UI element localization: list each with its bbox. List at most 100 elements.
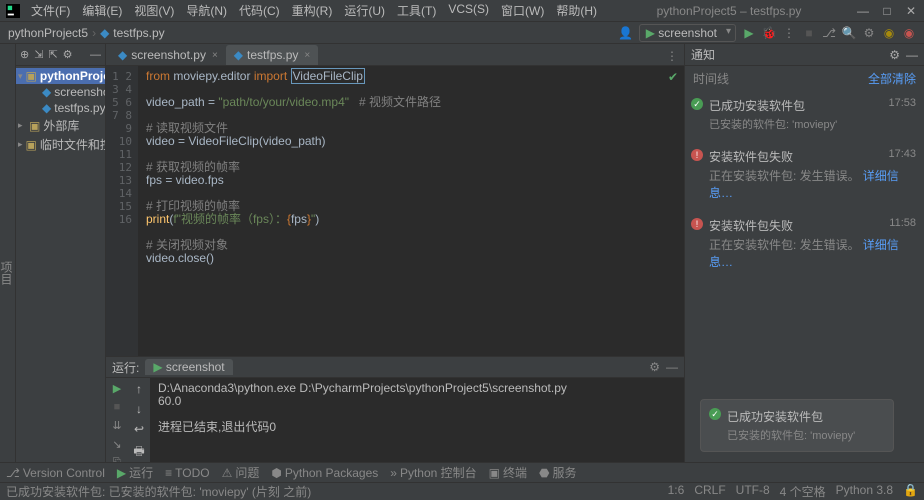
chevron-right-icon: ›	[92, 26, 96, 40]
navbar: pythonProject5 › ◆ testfps.py 👤 ▶ screen…	[0, 22, 924, 44]
gutter: 1 2 3 4 5 6 7 8 9 10 11 12 13 14 15 16	[106, 66, 138, 356]
debug-icon[interactable]: 🐞	[762, 26, 776, 40]
tree-file-screenshot[interactable]: ◆screenshot.py	[16, 84, 105, 100]
main-menu[interactable]: 文件(F) 编辑(E) 视图(V) 导航(N) 代码(C) 重构(R) 运行(U…	[26, 0, 602, 21]
rerun-icon[interactable]: ▶	[113, 382, 121, 395]
expand-icon[interactable]: ⇲	[34, 48, 43, 61]
encoding[interactable]: UTF-8	[736, 483, 770, 500]
notif-gear-icon[interactable]: ⚙	[889, 48, 900, 62]
app-logo-icon	[6, 4, 20, 18]
tool-run[interactable]: ▶ 运行	[117, 464, 153, 481]
target-icon[interactable]: ⊕	[20, 48, 29, 61]
menu-help[interactable]: 帮助(H)	[551, 0, 602, 21]
tool-vcs[interactable]: ⎇ Version Control	[6, 466, 105, 480]
console-output[interactable]: D:\Anaconda3\python.exe D:\PycharmProjec…	[150, 378, 684, 462]
exit-icon[interactable]: ↘	[112, 438, 121, 451]
tool-python-packages[interactable]: ⬢ Python Packages	[271, 466, 378, 480]
tool-terminal[interactable]: ▣ 终端	[489, 464, 527, 481]
project-tool-window: ⊕ ⇲ ⇱ ⚙ ― ▾▣pythonProject5 ◆screenshot.p…	[16, 44, 106, 462]
success-badge-icon: ✓	[691, 98, 703, 110]
tree-root[interactable]: ▾▣pythonProject5	[16, 68, 105, 84]
lock-icon[interactable]: 🔒	[903, 483, 918, 500]
run-tool-header: 运行: ▶ screenshot ⚙―	[106, 356, 684, 378]
left-stripe[interactable]: 项目	[0, 44, 16, 462]
menu-file[interactable]: 文件(F)	[26, 0, 75, 21]
close-tab-icon[interactable]: ×	[304, 50, 310, 61]
close-tab-icon[interactable]: ×	[212, 50, 218, 61]
close-icon[interactable]: ✕	[904, 4, 918, 18]
error-badge-icon: !	[691, 218, 703, 230]
minimize-icon[interactable]: ―	[856, 4, 870, 18]
layout-icon[interactable]: ⇊	[112, 419, 121, 432]
run-gear-icon[interactable]: ⚙	[649, 360, 660, 374]
window-title: pythonProject5 – testfps.py	[602, 4, 856, 18]
gear-icon[interactable]: ⚙	[63, 48, 73, 61]
tab-testfps[interactable]: ◆testfps.py×	[226, 45, 318, 65]
tool-python-console[interactable]: » Python 控制台	[390, 464, 476, 481]
menu-code[interactable]: 代码(C)	[234, 0, 285, 21]
caret-position[interactable]: 1:6	[668, 483, 685, 500]
breadcrumb[interactable]: pythonProject5 › ◆ testfps.py	[8, 26, 619, 40]
python-file-icon: ◆	[100, 26, 109, 40]
search-icon[interactable]: 🔍	[842, 26, 856, 40]
down-icon[interactable]: ↓	[136, 402, 142, 416]
editor-tabs: ◆screenshot.py× ◆testfps.py× ⋮	[106, 44, 684, 66]
project-tree[interactable]: ▾▣pythonProject5 ◆screenshot.py ◆testfps…	[16, 66, 105, 462]
menu-nav[interactable]: 导航(N)	[181, 0, 232, 21]
inspection-ok-icon[interactable]: ✔	[668, 70, 678, 84]
notif-hide-icon[interactable]: ―	[906, 48, 918, 62]
wrap-icon[interactable]: ↩	[134, 422, 144, 436]
user-icon[interactable]: 👤	[619, 26, 633, 40]
notif-item[interactable]: ✓ 已成功安装软件包 已安装的软件包: 'moviepy' 17:53	[685, 91, 924, 142]
notification-icon[interactable]: ◉	[902, 26, 916, 40]
run-icon[interactable]: ▶	[742, 26, 756, 40]
bottom-tools-bar: ⎇ Version Control ▶ 运行 ≡ TODO ⚠ 问题 ⬢ Pyt…	[0, 462, 924, 482]
titlebar: 文件(F) 编辑(E) 视图(V) 导航(N) 代码(C) 重构(R) 运行(U…	[0, 0, 924, 22]
indent[interactable]: 4 个空格	[780, 483, 826, 500]
tree-file-testfps[interactable]: ◆testfps.py	[16, 100, 105, 116]
tree-scratches[interactable]: ▸▣临时文件和控制台	[16, 135, 105, 154]
menu-refactor[interactable]: 重构(R)	[287, 0, 338, 21]
git-branch-icon[interactable]: ⎇	[822, 26, 836, 40]
menu-vcs[interactable]: VCS(S)	[443, 0, 494, 21]
code-area[interactable]: from moviepy.editor import VideoFileClip…	[138, 66, 684, 356]
run-tool-window: ▶ ■ ⇊ ↘ ⎘ ↑ ↓ ↩ 🖶 🗑 D:\Anaconda3\python.…	[106, 378, 684, 462]
tree-external-libs[interactable]: ▸▣外部库	[16, 116, 105, 135]
interpreter[interactable]: Python 3.8	[836, 483, 893, 500]
menu-view[interactable]: 视图(V)	[129, 0, 179, 21]
editor-menu-icon[interactable]: ⋮	[660, 47, 684, 65]
tool-problems[interactable]: ⚠ 问题	[222, 464, 260, 481]
menu-window[interactable]: 窗口(W)	[496, 0, 549, 21]
status-bar: 已成功安装软件包: 已安装的软件包: 'moviepy' (片刻 之前) 1:6…	[0, 482, 924, 500]
ide-update-icon[interactable]: ◉	[882, 26, 896, 40]
crumb-project[interactable]: pythonProject5	[8, 26, 88, 40]
stop-run-icon[interactable]: ■	[114, 401, 121, 413]
code-editor[interactable]: ✔ 1 2 3 4 5 6 7 8 9 10 11 12 13 14 15 16…	[106, 66, 684, 356]
timeline-label: 时间线	[693, 70, 729, 87]
more-run-icon[interactable]: ⋮	[782, 26, 796, 40]
menu-run[interactable]: 运行(U)	[339, 0, 390, 21]
toast-notification[interactable]: ✓ 已成功安装软件包 已安装的软件包: 'moviepy'	[700, 399, 894, 452]
notif-item[interactable]: ! 安装软件包失败 正在安装软件包: 发生错误。 详细信息… 17:43	[685, 142, 924, 211]
print-icon[interactable]: 🖶	[133, 442, 144, 463]
tool-services[interactable]: ⬣ 服务	[539, 464, 577, 481]
error-badge-icon: !	[691, 149, 703, 161]
settings-icon[interactable]: ⚙	[862, 26, 876, 40]
run-config-tab[interactable]: ▶ screenshot	[145, 359, 232, 375]
menu-tools[interactable]: 工具(T)	[392, 0, 441, 21]
maximize-icon[interactable]: □	[880, 4, 894, 18]
tab-screenshot[interactable]: ◆screenshot.py×	[110, 45, 226, 65]
up-icon[interactable]: ↑	[136, 382, 142, 396]
collapse-icon[interactable]: ⇱	[48, 48, 57, 61]
notif-item[interactable]: ! 安装软件包失败 正在安装软件包: 发生错误。 详细信息… 11:58	[685, 211, 924, 280]
line-separator[interactable]: CRLF	[694, 483, 725, 500]
tool-todo[interactable]: ≡ TODO	[165, 466, 209, 480]
run-config-dropdown[interactable]: ▶ screenshot	[639, 24, 736, 42]
stop-icon[interactable]: ■	[802, 26, 816, 40]
menu-edit[interactable]: 编辑(E)	[77, 0, 127, 21]
hide-icon[interactable]: ―	[90, 49, 101, 61]
run-hide-icon[interactable]: ―	[666, 360, 678, 374]
crumb-file[interactable]: testfps.py	[113, 26, 164, 40]
success-badge-icon: ✓	[709, 408, 721, 420]
clear-all-link[interactable]: 全部清除	[868, 70, 916, 87]
